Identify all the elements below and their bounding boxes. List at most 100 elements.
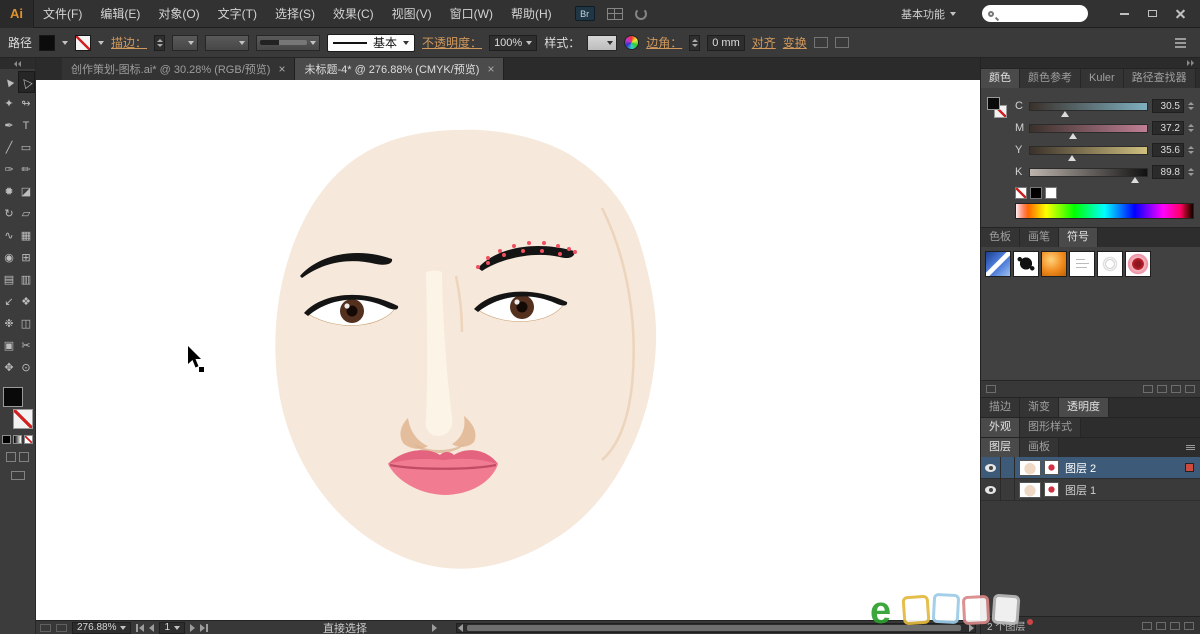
new-symbol-icon[interactable]: [1171, 385, 1181, 393]
pen-tool[interactable]: ✒: [1, 115, 18, 137]
fill-proxy-swatch[interactable]: [987, 97, 1000, 110]
recolor-artwork-icon[interactable]: [624, 35, 640, 50]
blob-brush-tool[interactable]: ✹: [1, 181, 18, 203]
sublayer-thumbnail[interactable]: [1044, 482, 1059, 497]
face-artwork[interactable]: [275, 129, 657, 569]
arrange-documents-icon[interactable]: [606, 7, 623, 20]
rotate-tool[interactable]: ↻: [1, 203, 18, 225]
layer-row[interactable]: 图层 1: [981, 478, 1200, 501]
layer-thumbnail[interactable]: [1019, 459, 1041, 476]
next-artboard-button[interactable]: [190, 623, 196, 632]
paintbrush-tool[interactable]: ✑: [1, 159, 18, 181]
search-box[interactable]: [982, 5, 1088, 22]
menu-item[interactable]: 效果(C): [324, 0, 383, 28]
lock-cell[interactable]: [1001, 478, 1015, 501]
pencil-tool[interactable]: ✏: [18, 159, 35, 181]
shape-builder-tool[interactable]: ◉: [1, 247, 18, 269]
color-spectrum[interactable]: [1015, 203, 1194, 219]
menu-item[interactable]: 选择(S): [266, 0, 324, 28]
panel-tab[interactable]: 颜色: [981, 69, 1020, 88]
panel-menu-icon[interactable]: [1186, 445, 1195, 450]
channel-value[interactable]: 37.2: [1152, 121, 1184, 135]
symbol-ink-splat[interactable]: [1013, 251, 1039, 277]
none-mode-button[interactable]: [24, 435, 33, 444]
white-swatch[interactable]: [1045, 187, 1057, 199]
close-button[interactable]: [1166, 5, 1194, 23]
free-transform-tool[interactable]: ▦: [18, 225, 35, 247]
scroll-left-icon[interactable]: [458, 623, 464, 632]
cs-live-icon[interactable]: [634, 7, 647, 20]
width-profile-dropdown[interactable]: [256, 34, 321, 51]
direct-selection-tool[interactable]: △: [17, 71, 35, 93]
gradient-mode-button[interactable]: [13, 435, 22, 444]
stroke-width-dropdown[interactable]: [172, 34, 199, 51]
opacity-value[interactable]: 100%: [489, 34, 538, 51]
artboard-tool[interactable]: ▣: [1, 335, 18, 357]
panel-tab[interactable]: 颜色参考: [1020, 69, 1081, 88]
artboard-navigation[interactable]: 1: [159, 621, 186, 634]
layer-thumbnail[interactable]: [1019, 481, 1041, 498]
channel-slider[interactable]: [1029, 123, 1148, 139]
first-artboard-button[interactable]: [136, 623, 145, 632]
new-layer-icon[interactable]: [1170, 621, 1180, 630]
symbol-blue-ribbon[interactable]: [985, 251, 1011, 277]
rectangle-tool[interactable]: ▭: [18, 137, 35, 159]
fill-proxy-swatch[interactable]: [2, 387, 23, 407]
visibility-eye-icon[interactable]: [981, 456, 1001, 479]
stroke-proxy-swatch[interactable]: [12, 409, 33, 429]
layer-name[interactable]: 图层 1: [1065, 482, 1096, 498]
panel-tab[interactable]: Kuler: [1081, 69, 1124, 88]
scroll-right-icon[interactable]: [969, 623, 974, 632]
slice-tool[interactable]: ✂: [18, 335, 35, 357]
symbol-note[interactable]: [1069, 251, 1095, 277]
type-tool[interactable]: T: [18, 115, 35, 137]
close-tab-icon[interactable]: ×: [278, 63, 285, 75]
channel-value[interactable]: 35.6: [1152, 143, 1184, 157]
artboard[interactable]: [36, 80, 980, 620]
panel-tab[interactable]: 路径查找器: [1123, 69, 1196, 88]
channel-value[interactable]: 89.8: [1152, 165, 1184, 179]
menu-item[interactable]: 编辑(E): [91, 0, 149, 28]
channel-slider[interactable]: [1029, 167, 1148, 183]
hand-tool[interactable]: ✥: [1, 357, 18, 379]
scrollbar-thumb[interactable]: [467, 624, 961, 631]
selection-tool[interactable]: ▲: [0, 71, 18, 93]
scale-tool[interactable]: ▱: [18, 203, 35, 225]
color-mode-button[interactable]: [2, 435, 11, 444]
search-input[interactable]: [998, 7, 1076, 20]
prev-artboard-button[interactable]: [149, 623, 155, 632]
panel-tab[interactable]: 画笔: [1020, 228, 1059, 247]
bridge-icon[interactable]: Br: [574, 6, 595, 21]
panel-tab[interactable]: 图层: [981, 438, 1020, 457]
last-artboard-button[interactable]: [200, 623, 209, 632]
stroke-width-stepper[interactable]: [154, 34, 166, 51]
toolbar-collapse-button[interactable]: [0, 58, 35, 69]
place-symbol-icon[interactable]: [1143, 385, 1153, 393]
delete-symbol-icon[interactable]: [1185, 385, 1195, 393]
layer-row[interactable]: 图层 2: [981, 456, 1200, 479]
status-expand-icon[interactable]: [432, 623, 438, 632]
stroke-color-swatch[interactable]: [75, 34, 92, 51]
panel-tab[interactable]: 描边: [981, 398, 1020, 417]
magic-wand-tool[interactable]: ✦: [1, 93, 18, 115]
symbol-sprayer-tool[interactable]: ❉: [1, 313, 18, 335]
corner-value[interactable]: 0 mm: [707, 34, 745, 51]
status-doc-icon[interactable]: [56, 623, 67, 632]
style-dropdown[interactable]: [587, 34, 618, 51]
sublayer-thumbnail[interactable]: [1044, 460, 1059, 475]
transform-link[interactable]: 变换: [783, 34, 807, 51]
panel-tab[interactable]: 图形样式: [1020, 418, 1081, 437]
restore-button[interactable]: [1138, 5, 1166, 23]
panel-tab[interactable]: 画板: [1020, 438, 1059, 457]
perspective-grid-tool[interactable]: ⊞: [18, 247, 35, 269]
lock-cell[interactable]: [1001, 456, 1015, 479]
channel-spinner[interactable]: [1188, 146, 1194, 154]
blend-tool[interactable]: ❖: [18, 291, 35, 313]
line-segment-tool[interactable]: ╱: [1, 137, 18, 159]
corner-link[interactable]: 边角：: [646, 34, 682, 51]
slider-thumb-icon[interactable]: [1131, 176, 1140, 183]
none-swatch[interactable]: [1015, 187, 1027, 199]
chevron-down-icon[interactable]: [62, 40, 69, 45]
document-tab[interactable]: 创作策划-图标.ai* @ 30.28% (RGB/预览) ×: [62, 58, 296, 80]
chevron-down-icon[interactable]: [98, 40, 105, 45]
